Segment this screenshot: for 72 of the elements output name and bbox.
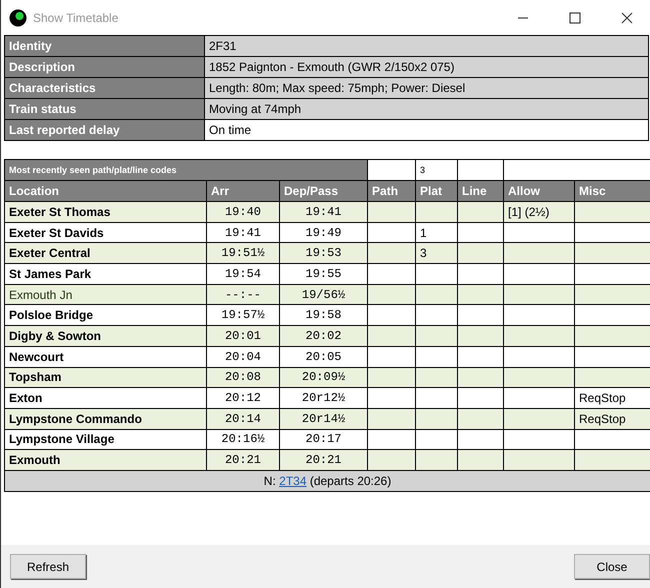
table-cell: ReqStop: [574, 388, 650, 408]
table-cell: [1] (2½): [504, 202, 575, 222]
app-icon: [9, 8, 27, 26]
field-value: 1852 Paignton - Exmouth (GWR 2/150x2 075): [204, 56, 648, 78]
time-cell: 19:51½: [206, 242, 280, 264]
field-label: Identity: [4, 36, 204, 56]
field-value: Moving at 74mph: [204, 98, 648, 120]
field-label: Last reported delay: [4, 120, 204, 140]
close-icon: [621, 12, 633, 24]
column-header: Dep/Pass: [280, 180, 368, 202]
time-cell: 19/56½: [280, 284, 368, 305]
time-cell: 20r12½: [280, 388, 368, 408]
location-cell: Exton: [4, 388, 206, 408]
time-cell: 19:55: [280, 264, 368, 284]
location-cell: Lympstone Village: [4, 429, 206, 450]
time-cell: 20:16½: [206, 429, 280, 450]
time-cell: 19:53: [280, 242, 368, 264]
time-cell: 20:01: [206, 326, 280, 346]
time-cell: --:--: [206, 284, 280, 305]
field-value: 2F31: [204, 36, 648, 56]
table-cell: ReqStop: [574, 408, 650, 430]
location-cell: Digby & Sowton: [4, 326, 206, 346]
field-value: On time: [204, 120, 648, 140]
time-cell: 20:05: [280, 346, 368, 367]
time-cell: 20:04: [206, 346, 280, 367]
field-value: Length: 80m; Max speed: 75mph; Power: Diesel: [204, 78, 648, 98]
time-cell: 19:49: [280, 222, 368, 243]
time-cell: 20:09½: [280, 367, 368, 388]
time-cell: 20:17: [280, 429, 368, 450]
time-cell: 20:14: [206, 408, 280, 430]
time-cell: 20:02: [280, 326, 368, 346]
column-header: Misc: [574, 180, 650, 202]
location-cell: Exeter St Thomas: [4, 202, 206, 222]
column-header: Line: [458, 180, 504, 202]
location-cell: Polsloe Bridge: [4, 304, 206, 326]
time-cell: 19:54: [206, 264, 280, 284]
table-cell: 3: [416, 242, 458, 264]
maximize-icon: [569, 12, 581, 24]
location-cell: Exeter St Davids: [4, 222, 206, 243]
time-cell: 20:08: [206, 367, 280, 388]
field-label: Description: [4, 56, 204, 78]
location-cell: Exeter Central: [4, 242, 206, 264]
location-cell: Lympstone Commando: [4, 408, 206, 430]
time-cell: 19:58: [280, 304, 368, 326]
field-label: Train status: [4, 98, 204, 120]
field-label: Characteristics: [4, 78, 204, 98]
time-cell: 20:21: [206, 450, 280, 470]
column-header: Path: [368, 180, 416, 202]
column-header: Plat: [416, 180, 458, 202]
column-header: Allow: [504, 180, 575, 202]
column-header: Location: [4, 180, 206, 202]
column-header: Arr: [206, 180, 280, 202]
time-cell: 20:12: [206, 388, 280, 408]
window-title: Show Timetable: [33, 10, 120, 24]
time-cell: 20:21: [280, 450, 368, 470]
codes-label: Most recently seen path/plat/line codes: [4, 160, 368, 180]
close-dialog-button[interactable]: Close: [574, 554, 650, 579]
location-cell: Topsham: [4, 367, 206, 388]
time-cell: 19:57½: [206, 304, 280, 326]
location-cell: Exmouth: [4, 450, 206, 470]
time-cell: 20r14½: [280, 408, 368, 430]
time-cell: 19:40: [206, 202, 280, 222]
time-cell: 19:41: [206, 222, 280, 243]
plat-code: 3: [416, 160, 458, 180]
location-cell: St James Park: [4, 264, 206, 284]
refresh-button[interactable]: Refresh: [10, 554, 86, 579]
next-train-text: N: 2T34 (departs 20:26): [4, 470, 650, 492]
location-cell: Exmouth Jn: [4, 284, 206, 305]
table-cell: 1: [416, 222, 458, 243]
location-cell: Newcourt: [4, 346, 206, 367]
train-link[interactable]: 2T34: [279, 474, 306, 488]
time-cell: 19:41: [280, 202, 368, 222]
